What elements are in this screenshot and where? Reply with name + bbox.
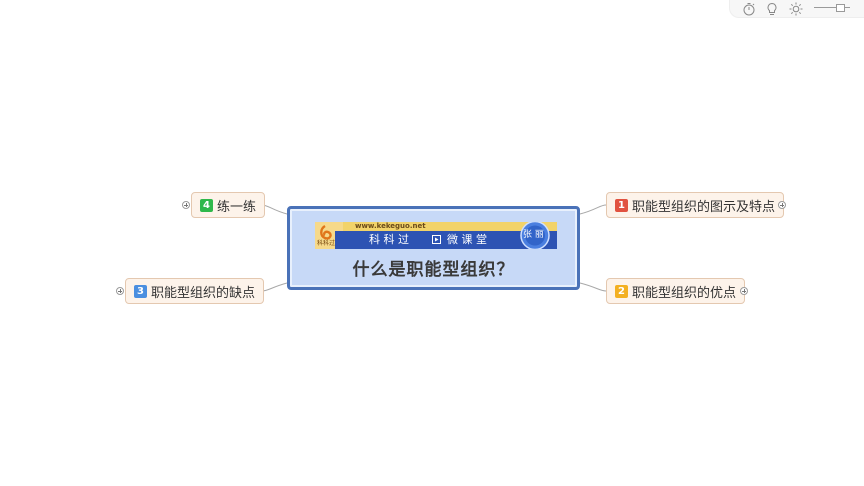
connector-topic-3 — [261, 282, 288, 292]
connector-topic-4 — [261, 204, 288, 215]
connector-topic-2 — [579, 282, 607, 292]
topic-1-label: 职能型组织的图示及特点 — [632, 199, 776, 215]
priority-3-icon: 3 — [134, 284, 147, 298]
expand-topic-2-icon[interactable] — [740, 287, 748, 295]
banner-play-icon — [432, 235, 441, 244]
topic-4[interactable]: 4 练一练 — [191, 192, 266, 218]
topic-2-label: 职能型组织的优点 — [632, 285, 737, 301]
kekeguo-banner: 科科过 www.kekeguo.net 科 科 过 微 课 堂 张 丽 — [315, 220, 557, 251]
topic-1[interactable]: 1 职能型组织的图示及特点 — [606, 192, 785, 218]
central-topic-title: 什么是职能型组织？ — [352, 260, 515, 280]
mind-map-canvas[interactable]: 科科过 www.kekeguo.net 科 科 过 微 课 堂 张 丽 什么是职… — [0, 0, 864, 486]
banner-section: 微 课 堂 — [447, 233, 487, 246]
priority-2-icon: 2 — [615, 284, 628, 298]
expand-topic-4-icon[interactable] — [182, 201, 190, 209]
banner-brand: 科 科 过 — [369, 233, 409, 246]
topic-3-label: 职能型组织的缺点 — [151, 285, 256, 301]
central-topic[interactable]: 科科过 www.kekeguo.net 科 科 过 微 课 堂 张 丽 什么是职… — [287, 206, 580, 290]
topic-3[interactable]: 3 职能型组织的缺点 — [125, 278, 265, 304]
expand-topic-3-icon[interactable] — [116, 287, 124, 295]
topic-4-label: 练一练 — [217, 199, 257, 215]
banner-logo-text: 科科过 — [317, 240, 336, 247]
priority-4-icon: 4 — [200, 198, 213, 212]
banner-badge: 张 丽 — [523, 230, 544, 240]
priority-1-icon: 1 — [615, 198, 628, 212]
topic-2[interactable]: 2 职能型组织的优点 — [606, 278, 746, 304]
banner-url: www.kekeguo.net — [355, 222, 426, 230]
connector-topic-1 — [579, 204, 607, 215]
expand-topic-1-icon[interactable] — [778, 201, 786, 209]
